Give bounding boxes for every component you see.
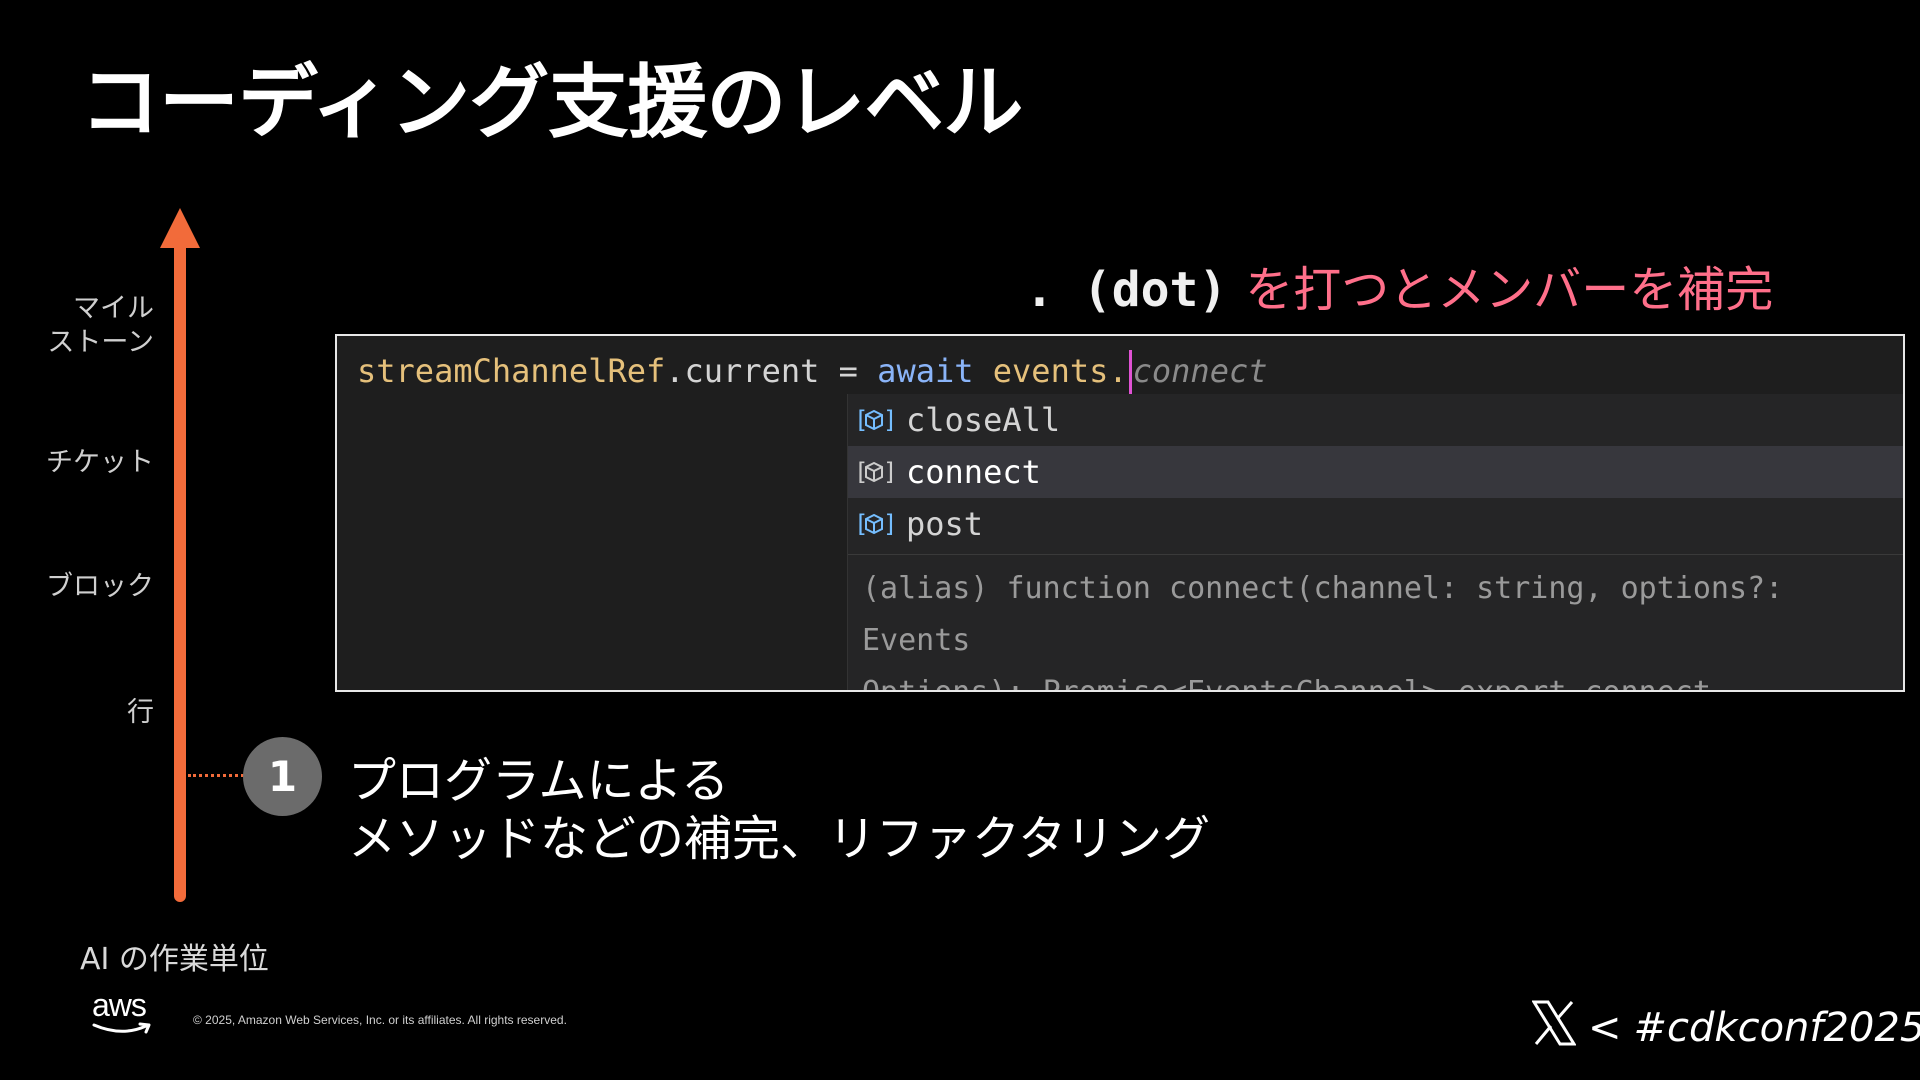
x-logo-icon [1531, 1000, 1577, 1056]
method-icon: [] [854, 509, 897, 539]
callout-line1: プログラムによる [348, 753, 730, 809]
axis-caption: AI の作業単位 [80, 942, 269, 977]
code-property: .current = [665, 352, 878, 390]
suggestion-detail-line2: Options): Promise<EventsChannel> export … [862, 667, 1889, 690]
suggestion-label: connect [906, 453, 1041, 491]
axis-line [174, 238, 186, 902]
level-label-line: 行 [127, 697, 154, 728]
aws-smile-icon [92, 1022, 151, 1034]
hint-text: を打つとメンバーを補完 [1245, 262, 1774, 318]
callout-line2: メソッドなどの補完、リファクタリング [348, 811, 1211, 867]
suggestion-item-closeall[interactable]: [] closeAll [848, 394, 1903, 446]
level-label-milestone-line2: ストーン [47, 327, 154, 358]
code-variable: streamChannelRef [357, 352, 666, 390]
dotted-leader [188, 774, 244, 777]
level-label-milestone: マイル ストーン [47, 292, 154, 360]
suggestion-label: post [906, 505, 984, 543]
svg-text:]: ] [883, 510, 894, 538]
code-editor-screenshot: streamChannelRef.current = await events.… [335, 334, 1905, 692]
suggestion-widget: [] closeAll [] connect [] post (alias) f… [847, 394, 1903, 690]
level-label-ticket: チケット [46, 447, 154, 478]
suggestion-item-post[interactable]: [] post [848, 498, 1903, 550]
method-icon: [] [854, 405, 897, 435]
hashtag-footer: < #cdkconf2025 [1531, 1000, 1920, 1056]
callout-text: プログラムによる メソッドなどの補完、リファクタリング [348, 752, 1210, 868]
slide-title: コーディング支援のレベル [80, 56, 1023, 149]
code-target: events. [992, 352, 1128, 390]
level-label-milestone-line1: マイル [73, 293, 154, 324]
hint-heading: . (dot) を打つとメンバーを補完 [1025, 250, 1773, 320]
suggestion-label: closeAll [906, 401, 1061, 439]
svg-text:]: ] [883, 458, 894, 486]
text-cursor [1128, 350, 1132, 396]
svg-text:]: ] [883, 406, 894, 434]
suggestion-detail: (alias) function connect(channel: string… [848, 554, 1903, 690]
suggestion-item-connect[interactable]: [] connect [848, 446, 1903, 498]
hint-code: . (dot) [1025, 262, 1228, 318]
method-icon: [] [854, 457, 897, 487]
copyright-text: © 2025, Amazon Web Services, Inc. or its… [193, 1013, 567, 1027]
code-line: streamChannelRef.current = await events.… [357, 346, 1267, 396]
ghost-text: connect [1132, 352, 1268, 390]
aws-logo-text: aws [92, 987, 147, 1023]
code-keyword: await [877, 352, 974, 390]
level-label-block: ブロック [46, 571, 154, 602]
suggestion-detail-line1: (alias) function connect(channel: string… [862, 571, 1784, 658]
hashtag-prefix: < [1588, 1005, 1622, 1051]
level-marker: 1 [243, 737, 322, 816]
aws-logo: aws [92, 987, 158, 1039]
hashtag-text: #cdkconf2025 [1633, 1005, 1920, 1051]
